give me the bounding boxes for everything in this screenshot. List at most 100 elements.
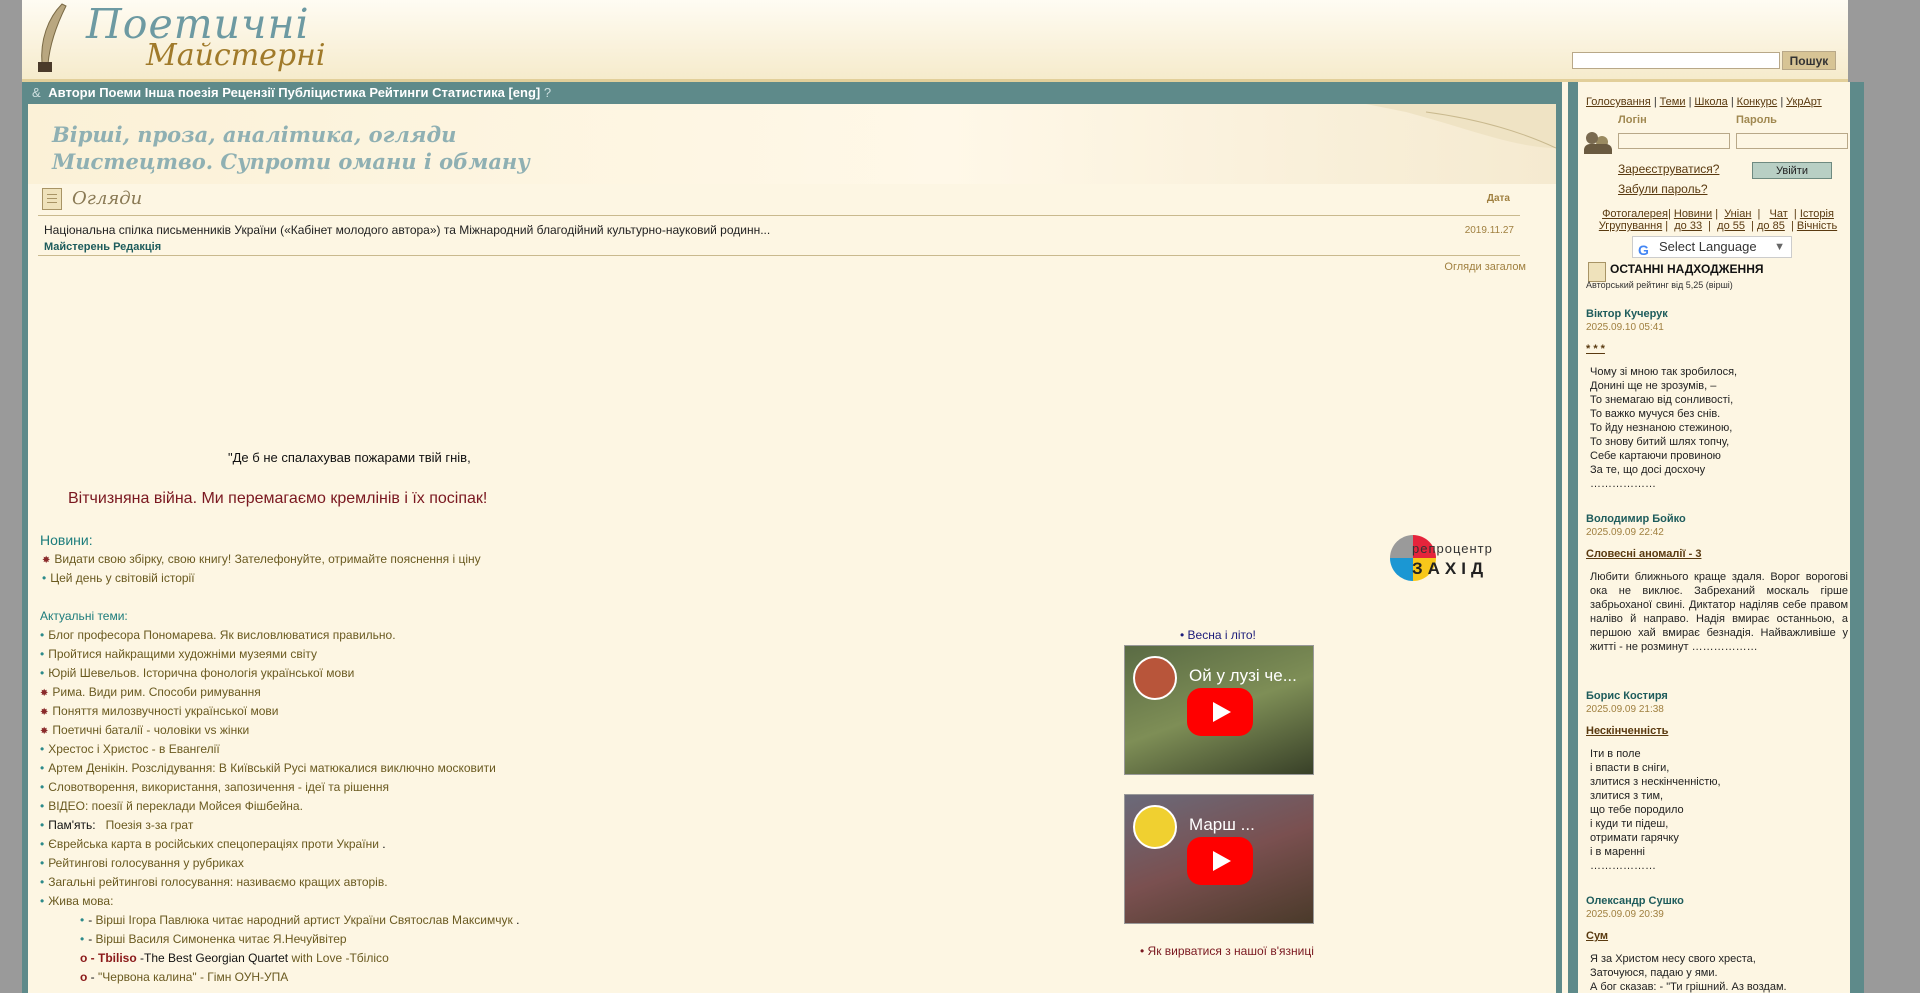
live-item[interactable]: o - Tbiliso -The Best Georgian Quartet w… — [80, 951, 389, 965]
page-curl-decoration — [1366, 104, 1556, 149]
entry-title[interactable]: Нескінченність — [1586, 725, 1848, 737]
nav-statistics[interactable]: Статистика — [432, 85, 505, 100]
latest-entry: Віктор Кучерук 2025.09.10 05:41 * * * Чо… — [1586, 308, 1848, 491]
news-heading: Новини: — [40, 532, 93, 548]
latest-entry: Борис Костиря 2025.09.09 21:38 Нескінчен… — [1586, 690, 1848, 873]
live-item[interactable]: • - Вірші Ігора Павлюка читає народний ар… — [80, 913, 519, 927]
link-voting[interactable]: Голосування — [1586, 96, 1651, 108]
entry-text: Чому зі мною так зробилося, Донині ще не… — [1590, 366, 1738, 490]
login-field[interactable] — [1618, 133, 1730, 149]
nav-eng[interactable]: [eng] — [508, 85, 540, 100]
theme-item[interactable]: • Блог професора Пономарева. Як висловлюв… — [40, 628, 396, 642]
review-title-link[interactable]: Національна спілка письменників України … — [44, 223, 770, 237]
link-themes[interactable]: Теми — [1660, 96, 1686, 108]
latest-entry: Олександр Сушко 2025.09.09 20:39 Сум Я з… — [1586, 895, 1848, 993]
header: Поетичні Майстерні Пошук — [22, 0, 1848, 82]
sidebar: Голосування | Теми | Школа | Конкурс | УкрАрт Ло… — [1568, 82, 1864, 993]
theme-item[interactable]: • Хрестос і Христос - в Евангелії — [40, 742, 220, 756]
entry-text: Я за Христом несу свого хреста, Заточуюс… — [1590, 953, 1787, 993]
entry-title[interactable]: * * * — [1586, 343, 1848, 355]
war-banner-link[interactable]: Вітчизняна війна. Ми перемагаємо кремлін… — [68, 490, 487, 508]
entry-author[interactable]: Борис Костиря — [1586, 690, 1848, 702]
users-icon — [1584, 130, 1612, 154]
theme-item[interactable]: • Рейтингові голосування у рубриках — [40, 856, 244, 870]
entry-title[interactable]: Словесні аномалії - 3 — [1586, 548, 1848, 560]
search-input[interactable] — [1572, 52, 1780, 69]
search-button[interactable]: Пошук — [1782, 51, 1836, 70]
news-item[interactable]: ✸ Видати свою збірку, свою книгу! Зателеф… — [42, 552, 481, 566]
google-icon: G — [1638, 242, 1649, 258]
entry-date: 2025.09.09 20:39 — [1586, 909, 1664, 920]
forgot-password-link[interactable]: Забули пароль? — [1618, 182, 1708, 196]
review-author-link[interactable]: Майстерень Редакція — [44, 241, 161, 253]
nav-authors[interactable]: Автори — [48, 85, 95, 100]
entry-author[interactable]: Віктор Кучерук — [1586, 308, 1848, 320]
theme-item[interactable]: • Єврейська карта в російських спецоперац… — [40, 837, 386, 851]
theme-item[interactable]: • ВІДЕО: поезії й переклади Мойсея Фішбей… — [40, 799, 303, 813]
entry-title[interactable]: Сум — [1586, 930, 1848, 942]
theme-item[interactable]: ✸ Рима. Види рим. Способи римування — [40, 685, 261, 699]
entry-text: Іти в поле і впасти в сніги, злитися з н… — [1590, 748, 1721, 872]
theme-item[interactable]: • Пройтися найкращими художніми музеями с… — [40, 647, 317, 661]
video-caption-2[interactable]: • Як вирватися з нашої в'язниці — [1140, 944, 1314, 958]
link-contest[interactable]: Конкурс — [1737, 96, 1778, 108]
theme-item[interactable]: • Юрій Шевельов. Історична фонологія укра… — [40, 666, 354, 680]
nav-other-poetry[interactable]: Інша поезія — [145, 85, 219, 100]
language-select[interactable]: G Select Language ▼ — [1632, 236, 1792, 258]
document-icon — [42, 188, 62, 210]
play-icon[interactable] — [1187, 688, 1253, 736]
section-title: Огляди — [72, 188, 143, 209]
entry-author[interactable]: Олександр Сушко — [1586, 895, 1848, 907]
rating-note: Авторський рейтинг від 5,25 (вірші) — [1586, 280, 1733, 290]
theme-item[interactable]: • Артем Денікін. Розслідування: В Київськ… — [40, 761, 496, 775]
nav-reviews[interactable]: Рецензії — [222, 85, 274, 100]
login-button[interactable]: Увійти — [1752, 162, 1832, 179]
nav-publicism[interactable]: Публіцистика — [278, 85, 365, 100]
reprocenter-logo[interactable]: репроцентр ЗАХІД — [1388, 531, 1520, 587]
section-title-bar: Огляди Дата — [38, 184, 1520, 216]
sidebar-links-2: Фотогалерея| Новини | Уніан | Чат | Істо… — [1598, 208, 1838, 232]
entry-author[interactable]: Володимир Бойко — [1586, 513, 1848, 525]
video-caption-1[interactable]: • Весна і літо! — [1180, 628, 1256, 642]
dropdown-arrow-icon: ▼ — [1774, 241, 1785, 253]
theme-item[interactable]: ✸ Поетичні баталії - чоловіки vs жінки — [40, 723, 249, 737]
poem-quote: "Де б не спалахував пожарами твій гнів, — [228, 450, 471, 465]
theme-item[interactable]: • Словотворення, використання, запозиченн… — [40, 780, 389, 794]
site-logo[interactable]: Поетичні Майстерні — [28, 0, 458, 80]
sidebar-top-links: Голосування | Теми | Школа | Конкурс | УкрАрт — [1586, 96, 1822, 108]
page: Поетичні Майстерні Пошук & Автори Поеми … — [22, 0, 1864, 993]
theme-item[interactable]: • Загальні рейтингові голосування: назива… — [40, 875, 388, 889]
bullet-icon: • — [42, 571, 47, 585]
youtube-video-1[interactable]: Ой у лузі че... — [1124, 645, 1314, 775]
link-school[interactable]: Школа — [1694, 96, 1727, 108]
news-item[interactable]: • Цей день у світовій історії — [42, 571, 195, 585]
password-field[interactable] — [1736, 133, 1848, 149]
play-icon[interactable] — [1187, 837, 1253, 885]
slogan-line1: Вірші, проза, аналітика, огляди — [52, 122, 457, 147]
entry-date: 2025.09.09 22:42 — [1586, 527, 1664, 538]
live-item[interactable]: • - Вірші Василя Симоненка читає Я.Нечуйв… — [80, 932, 347, 946]
youtube-video-2[interactable]: Марш ... — [1124, 794, 1314, 924]
theme-item[interactable]: ✸ Поняття милозвучності української мови — [40, 704, 278, 718]
slogan-line2: Мистецтво. Супроти омани і обману — [52, 149, 530, 174]
latest-heading: ОСТАННІ НАДХОДЖЕННЯ — [1610, 262, 1764, 276]
link-ukrart[interactable]: УкрАрт — [1786, 96, 1822, 108]
all-reviews-link[interactable]: Огляди загалом — [1444, 261, 1526, 273]
channel-avatar-icon — [1133, 805, 1177, 849]
nav-ratings[interactable]: Рейтинги — [369, 85, 428, 100]
nav-help[interactable]: ? — [544, 85, 551, 100]
nav-poems[interactable]: Поеми — [99, 85, 141, 100]
entry-text: Любити ближнього краще здаля. Ворог воро… — [1590, 571, 1848, 653]
main-content: Вірші, проза, аналітика, огляди Мистецтв… — [22, 104, 1562, 993]
latest-entry: Володимир Бойко 2025.09.09 22:42 Словесн… — [1586, 513, 1848, 654]
review-date: 2019.11.27 — [1464, 225, 1514, 236]
memory-label: Пам'ять: — [48, 818, 96, 832]
password-label: Пароль — [1736, 114, 1777, 126]
theme-item[interactable]: • Жива мова: — [40, 894, 113, 908]
top-nav: & Автори Поеми Інша поезія Рецензії Публ… — [22, 82, 1562, 104]
register-link[interactable]: Зареєструватися? — [1618, 162, 1719, 176]
review-row[interactable]: Національна спілка письменників України … — [38, 216, 1520, 256]
entry-date: 2025.09.09 21:38 — [1586, 704, 1664, 715]
theme-item[interactable]: • Пам'ять: Поезія з-за грат — [40, 818, 193, 832]
live-item[interactable]: o - "Червона калина" - Гімн ОУН-УПА — [80, 970, 288, 984]
